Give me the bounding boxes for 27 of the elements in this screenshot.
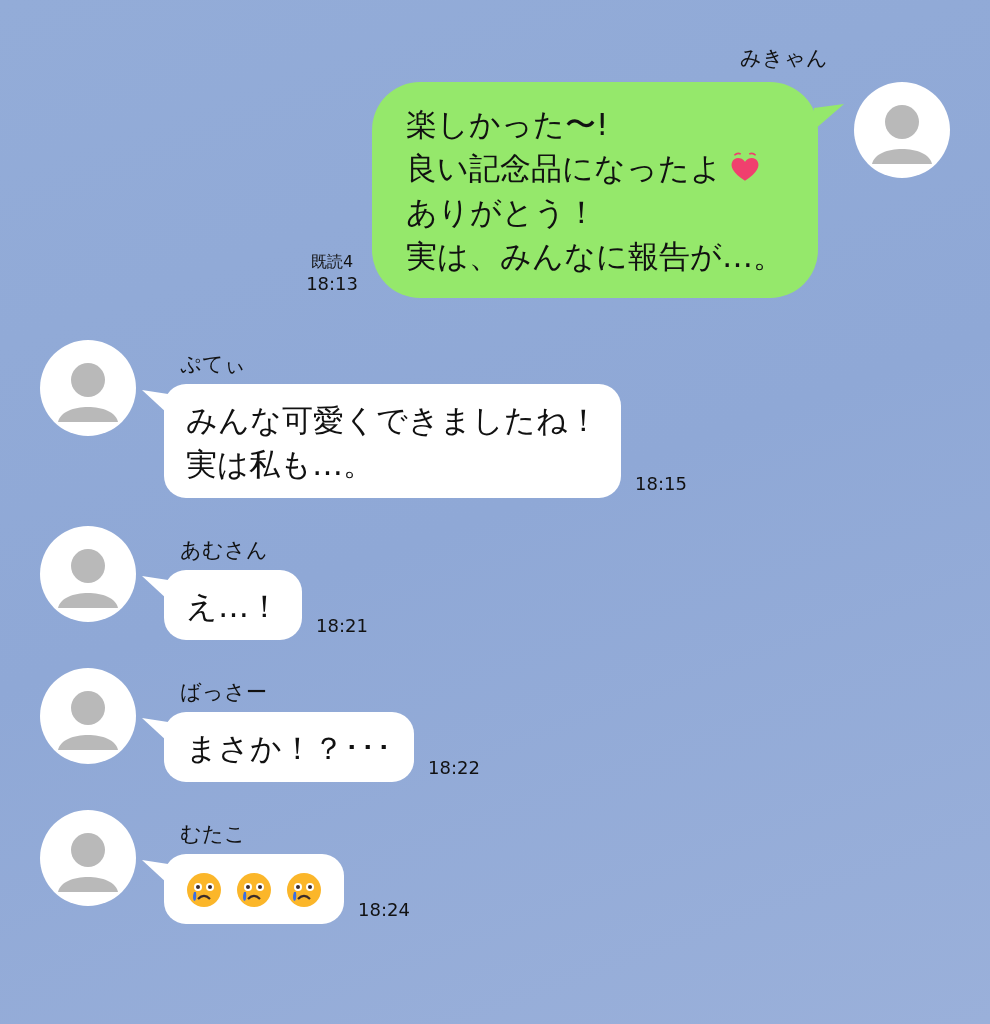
sender-name: ばっさー xyxy=(180,679,268,706)
message-time: 18:22 xyxy=(428,757,480,778)
crying-face-icon xyxy=(186,872,222,908)
message-text: え…！ xyxy=(186,587,280,626)
message-text: 実は、みんなに報告が…。 xyxy=(406,237,784,276)
avatar-icon[interactable] xyxy=(40,526,136,622)
message-text: まさか！？･･･ xyxy=(186,729,392,768)
crying-face-icon xyxy=(236,872,272,908)
read-receipt: 既読4 xyxy=(310,252,354,273)
message-text: 実は私も…。 xyxy=(186,445,374,484)
avatar-icon[interactable] xyxy=(40,668,136,764)
message-time: 18:13 xyxy=(306,273,358,294)
message-time: 18:15 xyxy=(635,473,687,494)
message-time: 18:24 xyxy=(358,899,410,920)
sender-name: ぷてぃ xyxy=(180,351,247,378)
avatar-icon[interactable] xyxy=(40,810,136,906)
message-text: 良い記念品になったよ xyxy=(406,149,722,188)
sender-name: みきゃん xyxy=(740,45,828,72)
message-text: みんな可愛くできましたね！ xyxy=(186,401,599,440)
sender-name: むたこ xyxy=(180,821,247,848)
sender-name: あむさん xyxy=(180,537,269,564)
message-text: 楽しかった〜! xyxy=(406,105,609,144)
avatar-icon[interactable] xyxy=(40,340,136,436)
avatar-icon[interactable] xyxy=(854,82,950,178)
message-text: ありがとう！ xyxy=(406,193,597,232)
crying-face-icon xyxy=(286,872,322,908)
message-time: 18:21 xyxy=(316,615,368,636)
